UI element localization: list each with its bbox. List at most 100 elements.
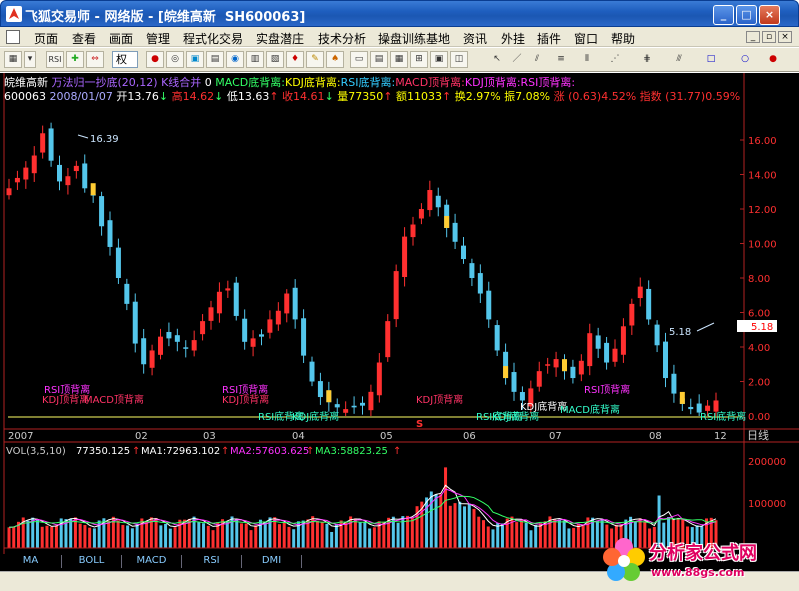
volume-bar bbox=[12, 526, 16, 548]
tab-ma[interactable]: MA bbox=[0, 555, 62, 568]
volume-bar bbox=[315, 520, 319, 548]
candle-body bbox=[73, 165, 79, 172]
volume-bar bbox=[534, 524, 538, 548]
rectangle-tool-icon[interactable]: □ bbox=[702, 51, 720, 68]
candle-body bbox=[612, 348, 618, 362]
candle-body bbox=[158, 336, 163, 355]
volume-bar bbox=[206, 525, 210, 548]
candle-body bbox=[57, 164, 62, 182]
tab-boll[interactable]: BOLL bbox=[62, 555, 122, 568]
maximize-button[interactable]: □ bbox=[736, 5, 757, 25]
table-icon[interactable]: ▥ bbox=[246, 51, 264, 68]
candle-body bbox=[595, 335, 601, 349]
volume-bar bbox=[372, 527, 376, 548]
volume-bar bbox=[510, 516, 514, 548]
window-title: 飞狐交易师 - 网络版 - [皖维高新 SH600063] bbox=[25, 10, 306, 25]
menu-program-trading[interactable]: 程式化交易 bbox=[183, 30, 243, 47]
layout-five-icon[interactable]: ▣ bbox=[430, 51, 448, 68]
kline-chart-svg[interactable]: 16.00 14.00 12.00 10.00 8.00 6.00 4.00 2.00 0.00… bbox=[0, 73, 799, 571]
signal-bar bbox=[90, 183, 96, 196]
menu-plugins-ext[interactable]: 外挂 bbox=[501, 30, 525, 47]
signal-bar bbox=[503, 366, 509, 379]
volume-bar bbox=[567, 528, 571, 548]
glasses-icon[interactable]: ◎ bbox=[166, 51, 184, 68]
menu-news[interactable]: 资讯 bbox=[463, 30, 487, 47]
globe-icon[interactable]: ◉ bbox=[226, 51, 244, 68]
kline-chart-icon[interactable]: ▦ bbox=[4, 51, 22, 68]
menu-screen[interactable]: 画面 bbox=[109, 30, 133, 47]
volume-bar bbox=[325, 523, 329, 548]
candle-body bbox=[553, 359, 559, 368]
layout-three-icon[interactable]: ▦ bbox=[390, 51, 408, 68]
menu-training[interactable]: 操盘训练基地 bbox=[378, 30, 450, 47]
candle-body bbox=[351, 405, 357, 408]
move-icon[interactable]: ✚ bbox=[66, 51, 84, 68]
vol-tick-200000: 200000 bbox=[748, 457, 786, 468]
alarm-icon[interactable]: ♦ bbox=[286, 51, 304, 68]
mdi-minimize-button[interactable]: _ bbox=[746, 31, 760, 43]
low-price-pointer bbox=[696, 322, 715, 332]
chart-area[interactable]: 皖维高新 万法归一抄底(20,12) K线合并 0 MACD底背离:KDJ底背离… bbox=[0, 73, 799, 571]
vol-value: 77350.125 bbox=[76, 446, 130, 457]
volume-bar bbox=[287, 526, 291, 548]
menu-page[interactable]: 页面 bbox=[34, 30, 58, 47]
candle-body bbox=[578, 360, 584, 375]
mdi-close-button[interactable]: × bbox=[778, 31, 792, 43]
volume-bar bbox=[235, 519, 239, 548]
layout-six-icon[interactable]: ◫ bbox=[450, 51, 468, 68]
candle-body bbox=[494, 325, 500, 351]
cursor-icon[interactable]: ↖ bbox=[488, 51, 506, 68]
candle-body bbox=[31, 155, 37, 174]
volume-bar bbox=[225, 521, 229, 548]
layout-four-icon[interactable]: ⊞ bbox=[410, 51, 428, 68]
menu-help[interactable]: 帮助 bbox=[611, 30, 635, 47]
volume-bar bbox=[396, 523, 400, 548]
document-icon[interactable] bbox=[6, 30, 20, 44]
line-tool-icon[interactable]: ／ bbox=[508, 51, 526, 68]
tab-rsi[interactable]: RSI bbox=[182, 555, 242, 568]
candle-body bbox=[48, 128, 54, 161]
gann-tool-icon[interactable]: ⫻ bbox=[670, 51, 688, 68]
candle-body bbox=[115, 247, 121, 278]
mdi-restore-button[interactable]: ▫ bbox=[762, 31, 776, 43]
red-flag-icon[interactable]: ● bbox=[146, 51, 164, 68]
parallel-tool-icon[interactable]: ≡ bbox=[552, 51, 570, 68]
book-icon[interactable]: ▧ bbox=[266, 51, 284, 68]
channel-tool-icon[interactable]: ⫽ bbox=[528, 51, 546, 68]
tab-dmi[interactable]: DMI bbox=[242, 555, 302, 568]
fib-tool-icon[interactable]: ⋕ bbox=[638, 51, 656, 68]
menu-live-dealer[interactable]: 实盘潜庄 bbox=[256, 30, 304, 47]
zoom-icon[interactable]: ⇔ bbox=[86, 51, 104, 68]
ellipse-tool-icon[interactable]: ○ bbox=[736, 51, 754, 68]
layout-one-icon[interactable]: ▭ bbox=[350, 51, 368, 68]
menu-tech-analysis[interactable]: 技术分析 bbox=[318, 30, 366, 47]
volume-bar bbox=[557, 519, 561, 548]
tab-macd[interactable]: MACD bbox=[122, 555, 182, 568]
bell-icon[interactable]: ♠ bbox=[326, 51, 344, 68]
volume-bar bbox=[491, 529, 495, 548]
period-label[interactable]: 日线 bbox=[747, 428, 769, 442]
dropdown-arrow-icon[interactable]: ▾ bbox=[24, 51, 36, 68]
grid-icon[interactable]: ▤ bbox=[206, 51, 224, 68]
palette-icon[interactable]: ● bbox=[764, 51, 782, 68]
menu-addins[interactable]: 插件 bbox=[537, 30, 561, 47]
pencil-icon[interactable]: ✎ bbox=[306, 51, 324, 68]
time-label-07: 07 bbox=[549, 431, 562, 442]
volume-bar bbox=[69, 518, 73, 548]
annotation-macd-bottom-1: MACD底背离 bbox=[560, 403, 620, 416]
menu-view[interactable]: 查看 bbox=[72, 30, 96, 47]
window-icon[interactable]: ▣ bbox=[186, 51, 204, 68]
minimize-button[interactable]: _ bbox=[713, 5, 734, 25]
vertical-lines-icon[interactable]: ⦀ bbox=[578, 51, 596, 68]
candle-body bbox=[545, 364, 551, 366]
close-button[interactable]: × bbox=[759, 5, 780, 25]
menu-window[interactable]: 窗口 bbox=[574, 30, 598, 47]
signal-bar bbox=[444, 215, 450, 228]
layout-two-icon[interactable]: ▤ bbox=[370, 51, 388, 68]
rsi-button[interactable]: RSI bbox=[46, 51, 64, 68]
volume-bar bbox=[500, 523, 504, 548]
menu-manage[interactable]: 管理 bbox=[146, 30, 170, 47]
adjust-rights-select[interactable]: 权 bbox=[112, 51, 138, 68]
candle-body bbox=[646, 288, 652, 320]
fan-tool-icon[interactable]: ⋰ bbox=[606, 51, 624, 68]
